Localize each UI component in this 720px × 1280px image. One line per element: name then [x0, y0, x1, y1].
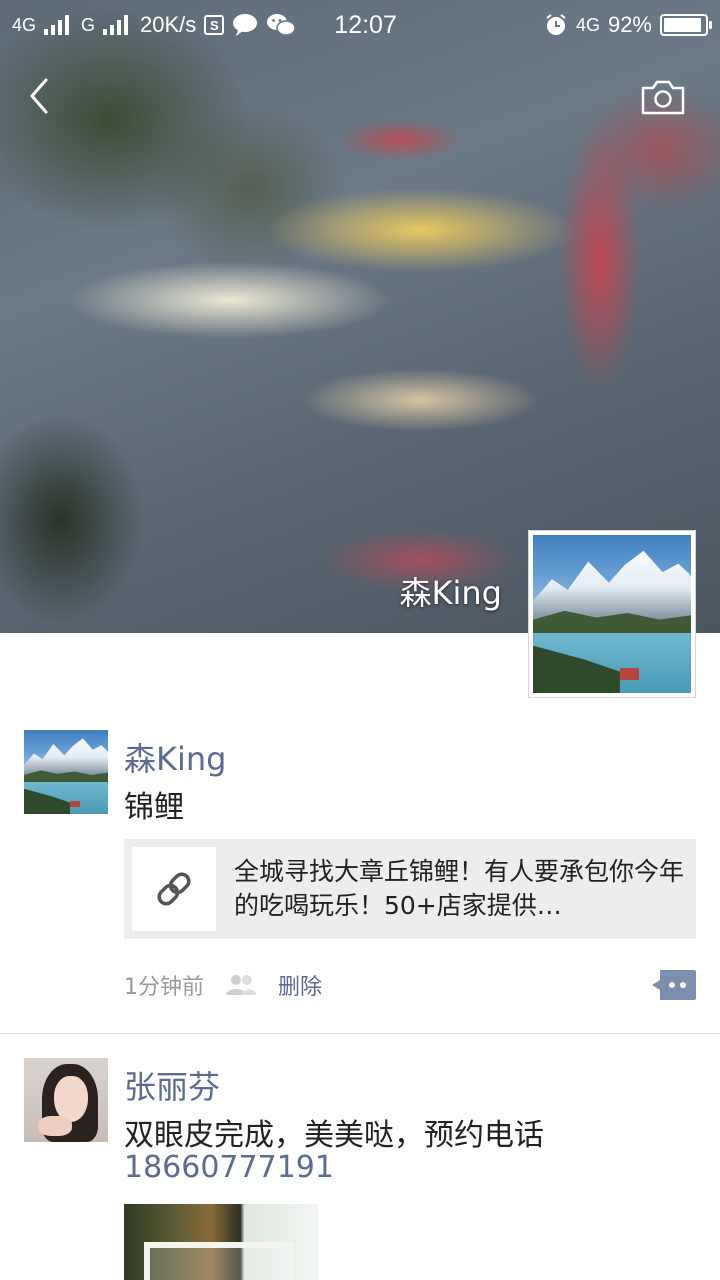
moment-post: 森King 锦鲤 全城寻找大章丘锦鲤！有人要承包你今年的吃喝玩乐！50+店家提供… — [0, 730, 720, 1032]
post-text: 锦鲤 — [124, 790, 184, 825]
alarm-icon — [546, 14, 566, 35]
battery-percent: 92% — [607, 12, 652, 37]
phone-number-link[interactable]: 18660777191 — [124, 1150, 334, 1185]
moment-post: 张丽芬 双眼皮完成，美美哒，预约电话 18660777191 — [0, 1058, 720, 1280]
s-app-icon: S — [204, 15, 225, 35]
post-photo[interactable] — [124, 1204, 318, 1280]
woman-portrait-image — [24, 1058, 108, 1142]
network-type-2: G — [81, 14, 96, 35]
back-arrow-icon[interactable] — [24, 76, 54, 116]
signal-icon-2 — [103, 15, 129, 35]
comment-more-icon[interactable] — [652, 970, 696, 1000]
post-author-name[interactable]: 森King — [124, 734, 226, 780]
post-meta: 1分钟前 删除 — [124, 968, 322, 1002]
clock-time: 12:07 — [334, 10, 397, 39]
network-speed: 20K/s — [140, 12, 197, 37]
mountain-lake-image — [24, 730, 108, 814]
post-author-name[interactable]: 张丽芬 — [124, 1062, 220, 1108]
post-avatar[interactable] — [24, 1058, 108, 1142]
message-bubble-icon — [233, 14, 258, 36]
battery-icon — [660, 14, 712, 36]
cover-username: 森King — [399, 574, 502, 612]
mountain-lake-image — [533, 535, 691, 693]
post-divider — [0, 1033, 720, 1034]
friends-visibility-icon — [226, 975, 256, 995]
network-type-3: 4G — [575, 14, 600, 35]
status-bar-left: 4G G 20K/s S 12:07 — [12, 11, 397, 40]
status-bar-right: 4G 92% — [544, 12, 712, 38]
battery-level-fill — [664, 18, 701, 32]
link-title: 全城寻找大章丘锦鲤！有人要承包你今年的吃喝玩乐！50+店家提供… — [234, 857, 684, 920]
network-type-1: 4G — [12, 14, 37, 35]
camera-icon[interactable] — [640, 78, 686, 116]
post-text: 双眼皮完成，美美哒，预约电话 — [124, 1118, 544, 1153]
status-bar: 4G G 20K/s S 12:07 4G 92% — [0, 0, 720, 50]
profile-avatar[interactable] — [528, 530, 696, 698]
link-chain-icon — [157, 872, 191, 906]
delete-button[interactable]: 删除 — [278, 969, 322, 1001]
link-thumbnail — [132, 847, 216, 931]
signal-icon — [44, 15, 70, 35]
shared-link-card[interactable]: 全城寻找大章丘锦鲤！有人要承包你今年的吃喝玩乐！50+店家提供… — [124, 839, 696, 939]
post-avatar[interactable] — [24, 730, 108, 814]
wechat-icon — [267, 14, 297, 36]
post-timestamp: 1分钟前 — [124, 975, 204, 1000]
